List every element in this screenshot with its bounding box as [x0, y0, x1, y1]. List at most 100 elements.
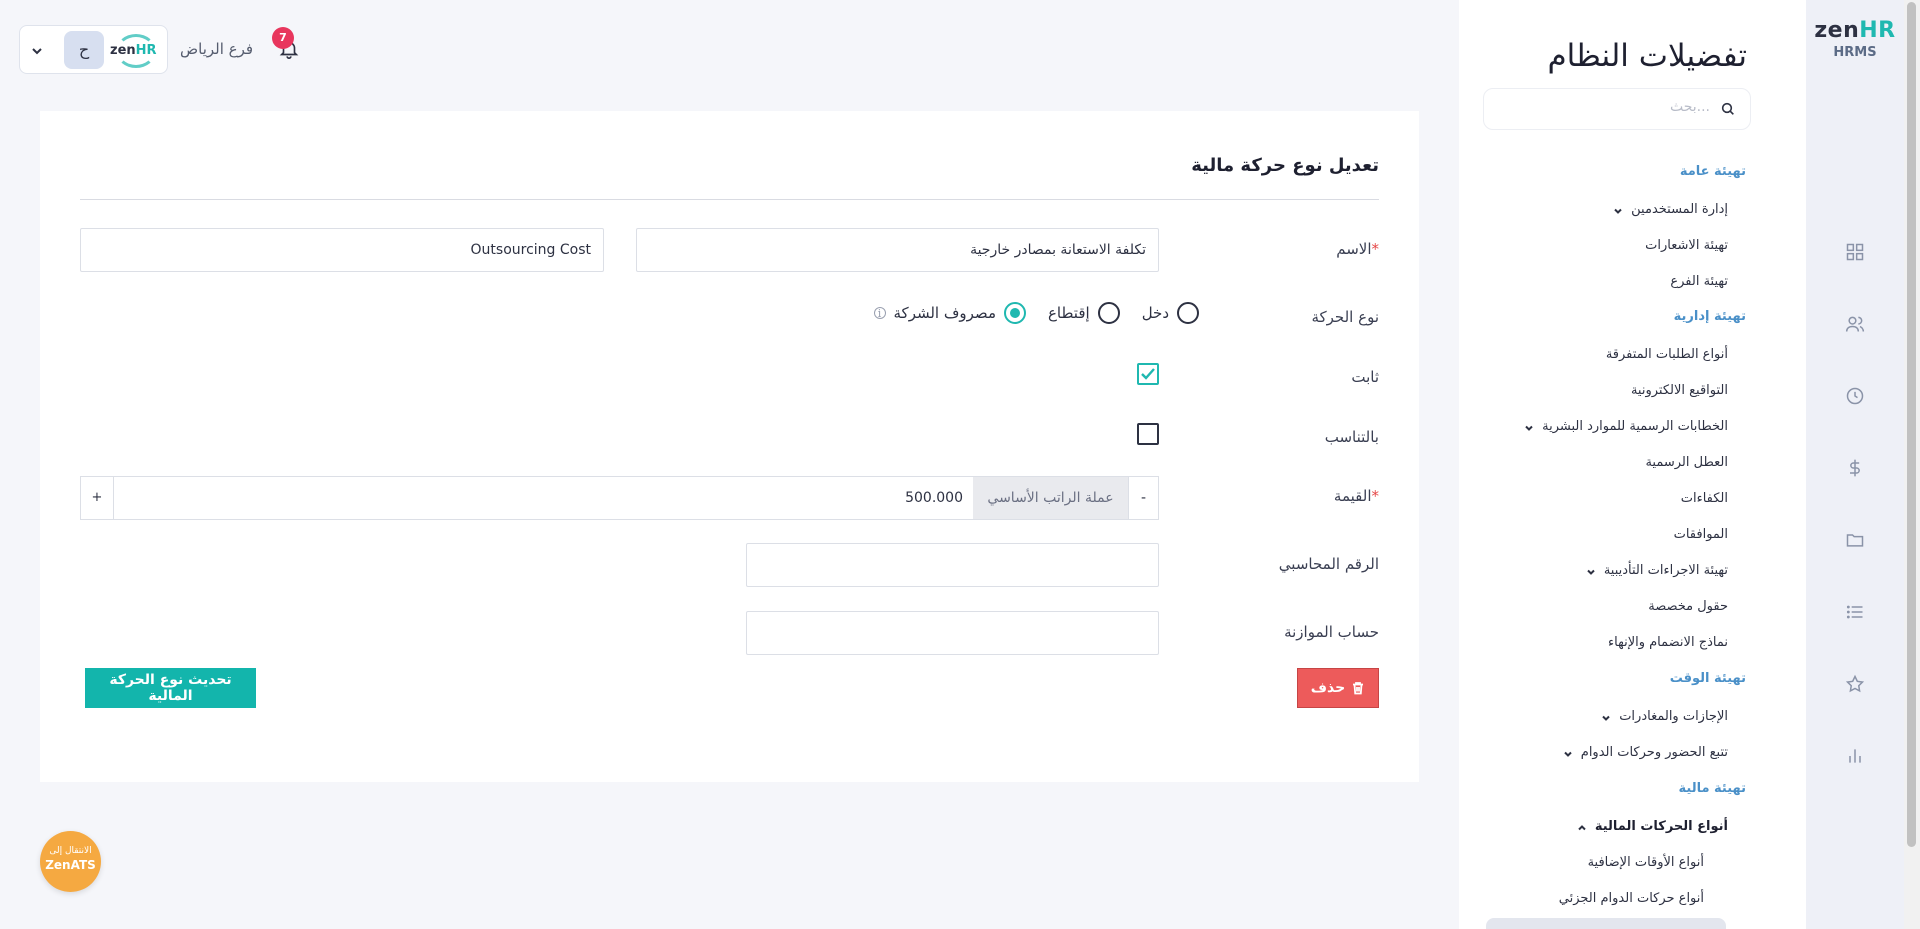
logo-accent: HR: [1859, 18, 1896, 43]
required-mark: *: [1371, 240, 1380, 258]
nav-custom-fields[interactable]: حقول مخصصة: [1648, 599, 1728, 614]
nav-holidays[interactable]: العطل الرسمية: [1645, 455, 1728, 470]
nav-label: الخطابات الرسمية للموارد البشرية: [1542, 419, 1728, 434]
nav-disciplinary-settings[interactable]: تهيئة الاجراءات التأديبية: [1586, 563, 1728, 578]
settings-search[interactable]: [1483, 88, 1751, 130]
logo-text: zen: [1814, 18, 1860, 43]
radio-label: إقتطاع: [1047, 304, 1090, 322]
nav-label: الإجازات والمغادرات: [1619, 709, 1728, 724]
scrollbar-thumb[interactable]: [1907, 2, 1916, 847]
logo-subtitle: HRMS: [1833, 45, 1877, 60]
nav-branch-settings[interactable]: تهيئة الفرع: [1670, 274, 1728, 289]
chevron-down-icon[interactable]: [30, 43, 44, 57]
type-label: نوع الحركة: [1311, 308, 1379, 326]
info-icon[interactable]: i: [873, 307, 886, 319]
radio-circle-selected[interactable]: [1003, 302, 1026, 324]
name-label: الاسم*: [1336, 240, 1379, 258]
page-title: تعديل نوع حركة مالية: [1191, 155, 1379, 176]
settings-scroll-fade: [1486, 918, 1726, 929]
nav-attendance-tracking[interactable]: تتبع الحضور وحركات الدوام: [1563, 745, 1728, 760]
section-general: تهيئة عامة: [1679, 164, 1746, 179]
avatar[interactable]: ح: [64, 31, 104, 69]
name-english-input[interactable]: Outsourcing Cost: [80, 228, 604, 272]
name-label-text: الاسم: [1336, 240, 1372, 258]
nav-label: أنواع حركات الدوام الجزئي: [1558, 891, 1704, 906]
section-time: تهيئة الوقت: [1669, 671, 1746, 686]
clock-icon[interactable]: [1845, 386, 1865, 406]
search-icon: [1720, 101, 1736, 117]
required-mark: *: [1371, 487, 1380, 505]
chevron-down-icon: [1563, 748, 1573, 758]
nav-notification-settings[interactable]: تهيئة الاشعارات: [1645, 238, 1728, 253]
nav-competencies[interactable]: الكفاءات: [1681, 491, 1728, 506]
prorated-label: بالتناسب: [1324, 428, 1379, 446]
account-number-input[interactable]: [746, 543, 1159, 587]
bar-chart-icon[interactable]: [1845, 746, 1865, 766]
star-icon[interactable]: [1845, 674, 1865, 694]
nav-label: أنواع الأوقات الإضافية: [1587, 855, 1704, 870]
radio-circle[interactable]: [1097, 302, 1120, 324]
nav-approvals[interactable]: الموافقات: [1674, 527, 1728, 542]
nav-label: أنواع الحركات المالية: [1594, 819, 1728, 834]
edit-form-card: تعديل نوع حركة مالية الاسم* تكلفة الاستع…: [40, 111, 1419, 782]
nav-label: تهيئة الاجراءات التأديبية: [1603, 563, 1728, 578]
name-arabic-input[interactable]: تكلفة الاستعانة بمصادر خارجية: [636, 228, 1159, 272]
nav-misc-request-types[interactable]: أنواع الطلبات المتفرقة: [1606, 347, 1728, 362]
decrement-button[interactable]: -: [1128, 477, 1158, 519]
nav-label: الموافقات: [1673, 527, 1728, 542]
settings-title: تفضيلات النظام: [1547, 38, 1747, 74]
nav-e-signatures[interactable]: التواقيع الالكترونية: [1631, 383, 1728, 398]
list-icon[interactable]: [1845, 602, 1865, 622]
chevron-down-icon: [1586, 566, 1596, 576]
transaction-type-radios: دخل إقتطاع مصروف الشركة i: [873, 302, 1199, 324]
fixed-checkbox[interactable]: [1137, 363, 1159, 385]
update-button[interactable]: تحديث نوع الحركة المالية: [85, 668, 256, 708]
app-logo[interactable]: zenHR HRMS: [1806, 18, 1904, 60]
chevron-down-icon: [1601, 712, 1611, 722]
nav-part-time-types[interactable]: أنواع حركات الدوام الجزئي: [1559, 891, 1704, 906]
nav-hr-letters[interactable]: الخطابات الرسمية للموارد البشرية: [1524, 419, 1728, 434]
notification-badge: 7: [272, 27, 294, 49]
value-amount-input[interactable]: 500.000: [905, 477, 963, 519]
dollar-icon[interactable]: [1845, 458, 1865, 478]
grid-icon[interactable]: [1845, 242, 1865, 262]
section-admin: تهيئة إدارية: [1673, 309, 1746, 324]
nav-label: نماذج الانضمام والإنهاء: [1608, 635, 1728, 650]
icon-rail: zenHR HRMS: [1806, 0, 1904, 929]
chevron-up-icon: [1577, 822, 1587, 832]
prorated-checkbox[interactable]: [1137, 423, 1159, 445]
nav-onboarding-offboarding[interactable]: نماذج الانضمام والإنهاء: [1608, 635, 1728, 650]
users-icon[interactable]: [1845, 314, 1865, 334]
account-number-label: الرقم المحاسبي: [1278, 555, 1379, 573]
radio-income[interactable]: دخل: [1142, 302, 1199, 324]
zenats-line2: ZenATS: [45, 858, 96, 872]
folder-icon[interactable]: [1845, 530, 1865, 550]
radio-deduction[interactable]: إقتطاع: [1048, 302, 1120, 324]
nav-financial-transaction-types[interactable]: أنواع الحركات المالية: [1577, 819, 1728, 834]
zenats-switch-button[interactable]: الانتقال إلى ZenATS: [40, 831, 101, 892]
radio-label: دخل: [1141, 304, 1169, 322]
nav-label: تهيئة الاشعارات: [1645, 238, 1728, 253]
chevron-down-icon: [1524, 422, 1534, 432]
radio-circle[interactable]: [1177, 302, 1199, 324]
page-scrollbar[interactable]: [1904, 0, 1920, 929]
increment-button[interactable]: +: [81, 477, 114, 519]
nav-leaves[interactable]: الإجازات والمغادرات: [1601, 709, 1728, 724]
nav-label: الكفاءات: [1680, 491, 1728, 506]
nav-user-management[interactable]: إدارة المستخدمين: [1613, 202, 1728, 217]
nav-overtime-types[interactable]: أنواع الأوقات الإضافية: [1588, 855, 1704, 870]
radio-company-expense[interactable]: مصروف الشركة i: [873, 302, 1026, 324]
nav-label: أنواع الطلبات المتفرقة: [1605, 347, 1728, 362]
checkmark-icon: [1141, 368, 1155, 380]
delete-button[interactable]: حذف: [1297, 668, 1379, 708]
budget-account-input[interactable]: [746, 611, 1159, 655]
search-input[interactable]: [1510, 99, 1710, 115]
chevron-down-icon: [1613, 205, 1623, 215]
branch-selector[interactable]: فرع الرياض: [180, 40, 253, 58]
section-financial: تهيئة مالية: [1678, 781, 1747, 796]
nav-label: التواقيع الالكترونية: [1630, 383, 1728, 398]
logo-ring: [116, 34, 156, 68]
user-menu[interactable]: ح zenHR: [19, 25, 168, 74]
nav-label: تهيئة الفرع: [1670, 274, 1728, 289]
nav-label: العطل الرسمية: [1645, 455, 1728, 470]
